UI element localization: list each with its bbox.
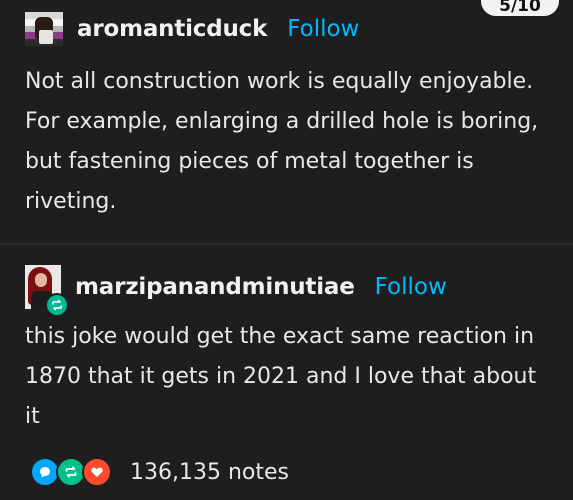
- reblog-badge-icon: [45, 293, 69, 317]
- notes-bar[interactable]: 136,135 notes: [30, 457, 289, 487]
- note-icons: [30, 457, 114, 487]
- avatar[interactable]: [25, 12, 63, 46]
- like-icon: [82, 457, 112, 487]
- notes-count[interactable]: 136,135 notes: [130, 460, 289, 485]
- reblog-post: marzipanandminutiae Follow this joke wou…: [0, 245, 573, 500]
- follow-button[interactable]: Follow: [375, 274, 447, 300]
- original-post: aromanticduck Follow Not all constructio…: [0, 0, 573, 242]
- username[interactable]: aromanticduck: [77, 16, 267, 42]
- post-body-text: Not all construction work is equally enj…: [25, 69, 539, 214]
- avatar[interactable]: [25, 265, 69, 317]
- post-header: aromanticduck Follow: [25, 12, 359, 46]
- username[interactable]: marzipanandminutiae: [75, 274, 355, 300]
- post-header: marzipanandminutiae Follow: [25, 265, 447, 317]
- avatar-image: [25, 12, 63, 46]
- post-body-text: this joke would get the exact same react…: [25, 324, 537, 429]
- follow-button[interactable]: Follow: [287, 16, 359, 42]
